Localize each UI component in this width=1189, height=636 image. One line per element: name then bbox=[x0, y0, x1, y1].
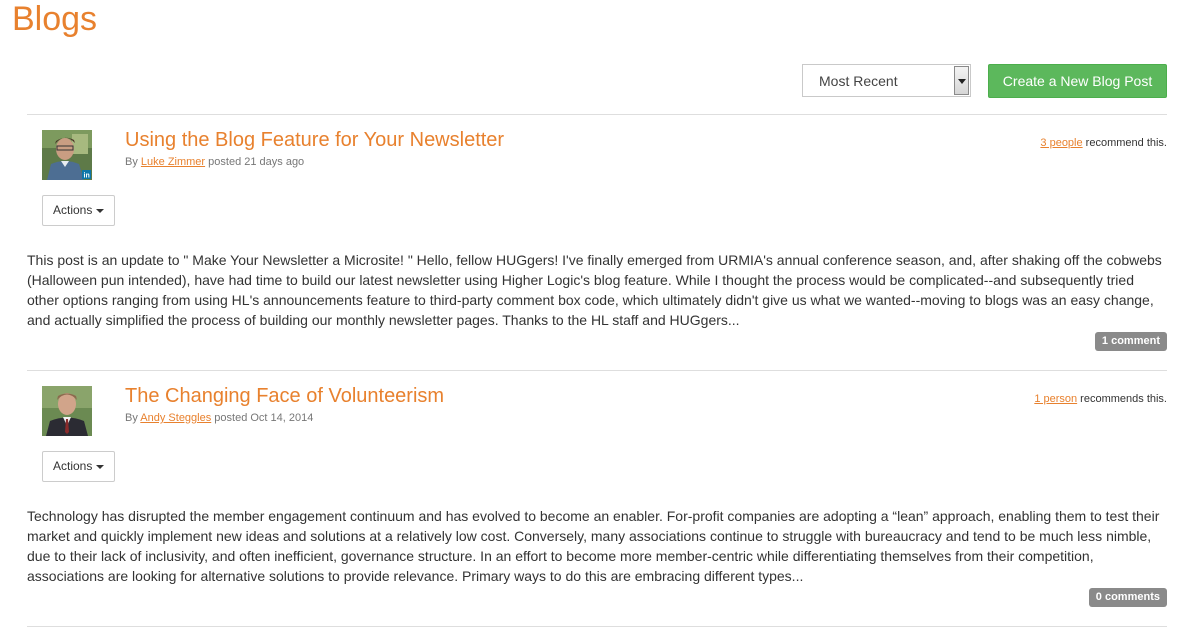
recommenders-link[interactable]: 3 people bbox=[1040, 137, 1082, 149]
author-link[interactable]: Andy Steggles bbox=[140, 412, 211, 424]
svg-text:in: in bbox=[84, 173, 90, 180]
actions-label: Actions bbox=[53, 459, 93, 473]
post-date: posted Oct 14, 2014 bbox=[214, 412, 314, 424]
post-title[interactable]: The Changing Face of Volunteerism bbox=[125, 385, 444, 408]
byline-by: By bbox=[125, 412, 138, 424]
actions-dropdown-button[interactable]: Actions bbox=[42, 195, 115, 226]
divider bbox=[27, 626, 1167, 627]
caret-down-icon bbox=[96, 208, 105, 213]
post-date: posted 21 days ago bbox=[208, 156, 305, 168]
divider bbox=[27, 370, 1167, 371]
avatar[interactable] bbox=[42, 386, 92, 436]
comment-count-badge[interactable]: 0 comments bbox=[1088, 588, 1167, 607]
post-byline: By Andy Steggles posted Oct 14, 2014 bbox=[125, 412, 313, 424]
recommend-text: recommends this. bbox=[1077, 393, 1167, 405]
author-link[interactable]: Luke Zimmer bbox=[141, 156, 205, 168]
recommend-count: 1 person recommends this. bbox=[1034, 393, 1167, 405]
post-byline: By Luke Zimmer posted 21 days ago bbox=[125, 156, 304, 168]
page-title: Blogs bbox=[12, 0, 98, 38]
create-blog-post-button[interactable]: Create a New Blog Post bbox=[988, 64, 1167, 98]
sort-select-value: Most Recent bbox=[819, 73, 898, 89]
caret-down-icon bbox=[96, 464, 105, 469]
chevron-down-icon[interactable] bbox=[954, 66, 969, 95]
divider bbox=[27, 114, 1167, 115]
byline-by: By bbox=[125, 156, 138, 168]
recommend-text: recommend this. bbox=[1082, 137, 1167, 149]
comment-count-badge[interactable]: 1 comment bbox=[1094, 332, 1167, 351]
avatar[interactable]: in bbox=[42, 130, 92, 180]
blogs-page: Blogs Most Recent Create a New Blog Post… bbox=[0, 0, 1189, 636]
recommend-count: 3 people recommend this. bbox=[1040, 137, 1167, 149]
post-title[interactable]: Using the Blog Feature for Your Newslett… bbox=[125, 129, 504, 152]
sort-select[interactable]: Most Recent bbox=[802, 64, 971, 97]
actions-dropdown-button[interactable]: Actions bbox=[42, 451, 115, 482]
actions-label: Actions bbox=[53, 203, 93, 217]
recommenders-link[interactable]: 1 person bbox=[1034, 393, 1077, 405]
post-excerpt: This post is an update to " Make Your Ne… bbox=[27, 252, 1162, 328]
post-excerpt: Technology has disrupted the member enga… bbox=[27, 508, 1160, 584]
